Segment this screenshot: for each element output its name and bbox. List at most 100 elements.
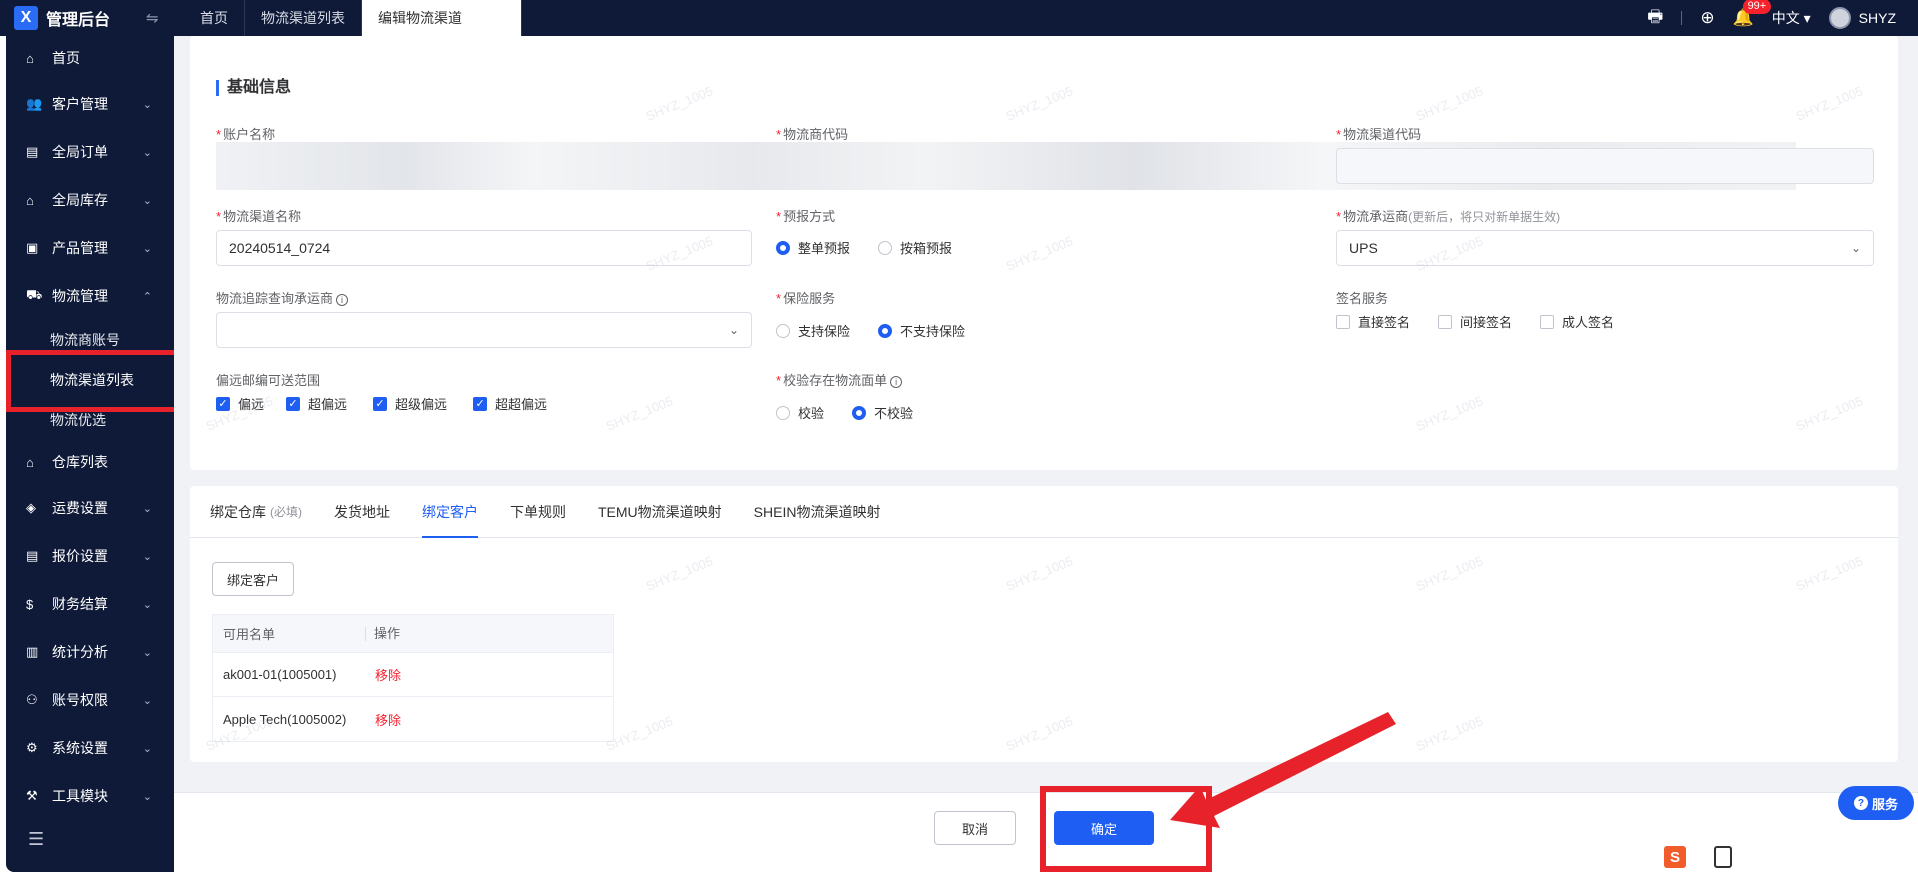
- chevron-down-icon: ⌄: [142, 146, 152, 159]
- tab-shein-mapping[interactable]: SHEIN物流渠道映射: [754, 486, 881, 538]
- sidebar-item-label: 产品管理: [52, 240, 108, 256]
- remote-range-label: 偏远邮编可送范围: [216, 373, 321, 388]
- channel-code-label: * 物流渠道代码: [1336, 127, 1422, 142]
- checkbox-extra-ultra-remote[interactable]: ✓ 超超偏远: [473, 394, 547, 413]
- section-title: 基础信息: [216, 80, 291, 96]
- scan-icon[interactable]: [1714, 846, 1732, 868]
- language-select[interactable]: 中文 ▾: [1772, 8, 1811, 28]
- top-right-tools: 🖶 ⊕ 🔔 99+ 中文 ▾ SHYZ: [1647, 0, 1918, 36]
- sidebar-item-customers[interactable]: 👥 客户管理 ⌄: [6, 80, 174, 128]
- radio-by-box[interactable]: 按箱预报: [878, 238, 952, 257]
- logo: X 管理后台: [0, 0, 142, 36]
- checkbox-adult-signature[interactable]: 成人签名: [1540, 312, 1614, 331]
- checkbox-indirect-signature[interactable]: 间接签名: [1438, 312, 1512, 331]
- bind-customer-button[interactable]: 绑定客户: [212, 562, 294, 596]
- prereport-radio-group: 整单预报 按箱预报: [776, 238, 980, 257]
- account-name-label: * 账户名称: [216, 127, 276, 142]
- channel-name-input[interactable]: 20240514_0724: [216, 230, 752, 266]
- annotation-highlight-sidebar: [6, 350, 186, 412]
- sogou-ime-icon[interactable]: S: [1664, 846, 1686, 868]
- sidebar-item-tools[interactable]: ⚒ 工具模块 ⌄: [6, 772, 174, 820]
- radio-label: 整单预报: [798, 241, 851, 256]
- sidebar-item-quotes[interactable]: ▤ 报价设置 ⌄: [6, 532, 174, 580]
- channel-code-input[interactable]: [1336, 148, 1874, 184]
- stats-icon: ▥: [26, 644, 39, 659]
- checkbox-label: 超偏远: [308, 397, 348, 412]
- checkbox-label: 偏远: [238, 397, 265, 412]
- sidebar-item-warehouse-list[interactable]: ⌂ 仓库列表: [6, 440, 174, 484]
- sidebar-item-label: 工具模块: [52, 788, 108, 804]
- tab-home[interactable]: 首页: [184, 0, 245, 36]
- chevron-down-icon: ⌄: [142, 694, 152, 707]
- tracking-carrier-select[interactable]: ⌄: [216, 312, 752, 348]
- printer-icon[interactable]: 🖶: [1647, 4, 1663, 33]
- avatar: [1828, 7, 1851, 29]
- radio-no-verify[interactable]: 不校验: [852, 403, 913, 422]
- panel-tabbar: 绑定仓库 (必填) 发货地址 绑定客户 下单规则 TEMU物流渠道映射 SHEIN…: [190, 486, 1898, 538]
- warehouse-icon: ⌂: [26, 192, 34, 208]
- radio-no-insurance[interactable]: 不支持保险: [878, 321, 965, 340]
- check-icon: ✓: [286, 396, 301, 411]
- quote-icon: ▤: [26, 548, 39, 563]
- sidebar-item-home[interactable]: ⌂ 首页: [6, 36, 174, 80]
- checkbox-super-remote[interactable]: ✓ 超偏远: [286, 394, 347, 413]
- tab-edit-channel[interactable]: 编辑物流渠道: [362, 0, 522, 36]
- home-icon: ⌂: [26, 50, 34, 66]
- tab-order-rules[interactable]: 下单规则: [510, 486, 566, 538]
- sidebar-item-label: 物流管理: [52, 288, 108, 304]
- tab-channel-list[interactable]: 物流渠道列表: [245, 0, 362, 36]
- warehouse-list-icon: ⌂: [26, 454, 34, 470]
- sidebar-item-logistics[interactable]: ⛟ 物流管理 ⌃: [6, 272, 174, 320]
- radio-support-insurance[interactable]: 支持保险: [776, 321, 850, 340]
- chevron-down-icon: ⌄: [142, 598, 152, 611]
- checkbox-direct-signature[interactable]: 直接签名: [1336, 312, 1410, 331]
- chevron-down-icon: ⌄: [142, 502, 152, 515]
- sidebar-item-permissions[interactable]: ⚇ 账号权限 ⌄: [6, 676, 174, 724]
- sidebar-item-label: 全局订单: [52, 144, 108, 160]
- truck-icon: ⛟: [26, 287, 43, 302]
- carrier-hint: (更新后，将只对新单据生效): [1408, 210, 1561, 224]
- info-icon[interactable]: i: [890, 376, 903, 388]
- cancel-button[interactable]: 取消: [934, 811, 1016, 845]
- checkbox-ultra-remote[interactable]: ✓ 超级偏远: [373, 394, 447, 413]
- sidebar: ⌂ 首页 👥 客户管理 ⌄ ▤ 全局订单 ⌄ ⌂ 全局库存 ⌄ ▣ 产品管理 ⌄…: [6, 36, 174, 872]
- checkbox-remote[interactable]: ✓ 偏远: [216, 394, 264, 413]
- radio-verify[interactable]: 校验: [776, 403, 824, 422]
- customer-name: ak001-01(1005001): [223, 667, 337, 682]
- carrier-select-value: UPS: [1349, 240, 1378, 256]
- channel-name-label: * 物流渠道名称: [216, 209, 302, 224]
- radio-label: 不支持保险: [900, 324, 966, 339]
- chevron-down-icon: ⌄: [142, 242, 152, 255]
- user-menu[interactable]: SHYZ: [1828, 7, 1896, 29]
- menu-fold-icon[interactable]: ☰: [28, 829, 44, 850]
- users-icon: 👥: [26, 96, 43, 111]
- column-header: 操作: [365, 626, 400, 641]
- notification-badge: 99+: [1742, 0, 1772, 14]
- carrier-select[interactable]: UPS ⌄: [1336, 230, 1874, 266]
- bell-icon[interactable]: 🔔 99+: [1733, 0, 1772, 28]
- sidebar-item-freight[interactable]: ◈ 运费设置 ⌄: [6, 484, 174, 532]
- sidebar-item-stats[interactable]: ▥ 统计分析 ⌄: [6, 628, 174, 676]
- remove-link[interactable]: 移除: [365, 665, 401, 684]
- check-icon: ✓: [473, 396, 488, 411]
- tab-bind-warehouse[interactable]: 绑定仓库 (必填): [210, 486, 302, 538]
- collapse-menu-icon[interactable]: ⇋: [146, 9, 166, 27]
- radio-whole-order[interactable]: 整单预报: [776, 238, 850, 257]
- sidebar-item-settings[interactable]: ⚙ 系统设置 ⌄: [6, 724, 174, 772]
- remove-link[interactable]: 移除: [365, 710, 401, 729]
- download-icon[interactable]: ⊕: [1700, 8, 1714, 28]
- service-label: 服务: [1871, 796, 1898, 812]
- sidebar-item-finance[interactable]: $ 财务结算 ⌄: [6, 580, 174, 628]
- sidebar-item-orders[interactable]: ▤ 全局订单 ⌄: [6, 128, 174, 176]
- sidebar-item-inventory[interactable]: ⌂ 全局库存 ⌄: [6, 176, 174, 224]
- info-icon[interactable]: i: [336, 294, 349, 306]
- prereport-label: * 预报方式: [776, 209, 836, 224]
- checkbox-label: 间接签名: [1460, 315, 1513, 330]
- product-icon: ▣: [26, 240, 39, 255]
- tab-bind-customer[interactable]: 绑定客户: [422, 486, 478, 538]
- tab-shipping-address[interactable]: 发货地址: [334, 486, 390, 538]
- tab-temu-mapping[interactable]: TEMU物流渠道映射: [598, 486, 722, 538]
- service-button[interactable]: ? 服务: [1838, 786, 1914, 820]
- sidebar-item-products[interactable]: ▣ 产品管理 ⌄: [6, 224, 174, 272]
- radio-label: 不校验: [874, 406, 914, 421]
